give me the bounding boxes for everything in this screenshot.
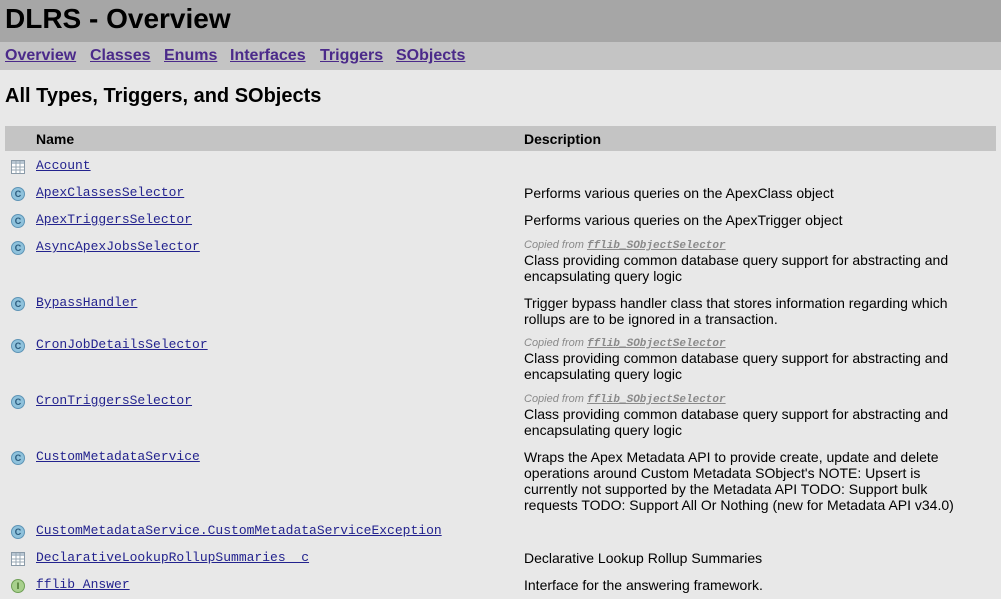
description-text: Wraps the Apex Metadata API to provide c… <box>524 449 954 513</box>
type-name-link[interactable]: CustomMetadataService.CustomMetadataServ… <box>36 523 442 539</box>
type-description: Wraps the Apex Metadata API to provide c… <box>524 449 974 513</box>
description-column-header: Description <box>524 131 602 147</box>
nav-enums-link[interactable]: Enums <box>164 46 217 66</box>
nav-triggers-link[interactable]: Triggers <box>320 46 383 66</box>
description-text: Class providing common database query su… <box>524 406 949 438</box>
class-icon: C <box>11 451 25 465</box>
copied-from-label: Copied from <box>524 337 584 349</box>
description-text: Class providing common database query su… <box>524 252 949 284</box>
copied-from-note: Copied from fflib_SObjectSelector <box>524 239 974 252</box>
copied-from-note: Copied from fflib_SObjectSelector <box>524 337 974 350</box>
class-icon: C <box>11 214 25 228</box>
type-name-link[interactable]: AsyncApexJobsSelector <box>36 239 200 255</box>
type-name-link[interactable]: ApexClassesSelector <box>36 185 184 201</box>
description-text: Class providing common database query su… <box>524 350 949 382</box>
nav-classes-link[interactable]: Classes <box>90 46 151 66</box>
copied-from-label: Copied from <box>524 393 584 405</box>
page-title: DLRS - Overview <box>5 3 231 34</box>
description-text: Performs various queries on the ApexClas… <box>524 185 834 201</box>
type-name-link[interactable]: DeclarativeLookupRollupSummaries__c <box>36 550 309 566</box>
copied-from-link[interactable]: fflib_SObjectSelector <box>587 394 726 406</box>
type-name-link[interactable]: CronTriggersSelector <box>36 393 192 409</box>
type-name-link[interactable]: BypassHandler <box>36 295 137 311</box>
type-description: Declarative Lookup Rollup Summaries <box>524 550 974 566</box>
type-description: Copied from fflib_SObjectSelector Class p… <box>524 337 974 382</box>
section-title: All Types, Triggers, and SObjects <box>5 85 322 107</box>
table-icon <box>11 552 25 566</box>
type-name-link[interactable]: CustomMetadataService <box>36 449 200 465</box>
table-icon <box>11 160 25 174</box>
nav-bar: Overview Classes Enums Interfaces Trigge… <box>0 42 1001 70</box>
class-icon: C <box>11 297 25 311</box>
copied-from-link[interactable]: fflib_SObjectSelector <box>587 338 726 350</box>
type-name-link[interactable]: ApexTriggersSelector <box>36 212 192 228</box>
copied-from-note: Copied from fflib_SObjectSelector <box>524 393 974 406</box>
interface-icon: I <box>11 579 25 593</box>
class-icon: C <box>11 241 25 255</box>
type-name-link[interactable]: CronJobDetailsSelector <box>36 337 208 353</box>
class-icon: C <box>11 187 25 201</box>
class-icon: C <box>11 339 25 353</box>
type-description: Interface for the answering framework. <box>524 577 974 593</box>
name-column-header: Name <box>36 131 75 147</box>
type-name-link[interactable]: fflib_Answer <box>36 577 130 593</box>
copied-from-label: Copied from <box>524 239 584 251</box>
nav-sobjects-link[interactable]: SObjects <box>396 46 465 66</box>
class-icon: C <box>11 525 25 539</box>
type-description: Performs various queries on the ApexClas… <box>524 185 974 201</box>
type-description: Trigger bypass handler class that stores… <box>524 295 974 327</box>
nav-interfaces-link[interactable]: Interfaces <box>230 46 306 66</box>
description-text: Trigger bypass handler class that stores… <box>524 295 948 327</box>
nav-overview-link[interactable]: Overview <box>5 46 76 66</box>
type-description: Performs various queries on the ApexTrig… <box>524 212 974 228</box>
type-description: Copied from fflib_SObjectSelector Class p… <box>524 239 974 284</box>
title-bar: DLRS - Overview <box>0 0 1001 42</box>
type-description: Copied from fflib_SObjectSelector Class p… <box>524 393 974 438</box>
table-header: Name Description <box>5 126 996 151</box>
type-name-link[interactable]: Account <box>36 158 91 174</box>
description-text: Interface for the answering framework. <box>524 577 763 593</box>
copied-from-link[interactable]: fflib_SObjectSelector <box>587 240 726 252</box>
description-text: Declarative Lookup Rollup Summaries <box>524 550 763 566</box>
description-text: Performs various queries on the ApexTrig… <box>524 212 843 228</box>
class-icon: C <box>11 395 25 409</box>
